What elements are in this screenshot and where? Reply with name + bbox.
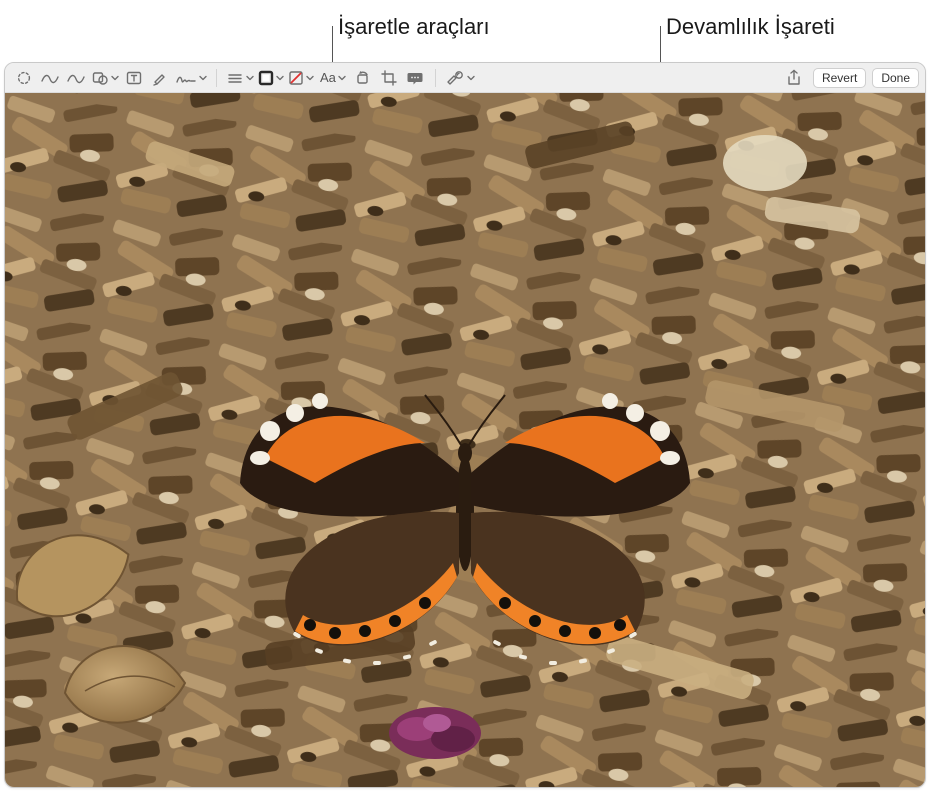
- chevron-down-icon: [338, 74, 346, 82]
- toolbar-separator: [216, 69, 217, 87]
- sign-tool-icon: [175, 69, 197, 87]
- sketch-tool-button[interactable]: [37, 67, 63, 89]
- toolbar-right-group: Revert Done: [781, 67, 919, 89]
- callout-continuity-markup: Devamlılık İşareti: [666, 14, 835, 40]
- photo-content: [5, 93, 925, 787]
- callout-markup-tools: İşaretle araçları: [338, 14, 490, 40]
- markup-tools-group: Aa: [11, 67, 477, 89]
- fill-color-menu-icon: [288, 70, 304, 86]
- sketch-tool-icon: [40, 69, 60, 87]
- toolbar-separator: [435, 69, 436, 87]
- selection-tool-icon: [15, 69, 33, 87]
- callout-leader: [332, 26, 333, 62]
- chevron-down-icon: [111, 74, 119, 82]
- share-icon: [786, 69, 802, 87]
- chevron-down-icon: [276, 74, 284, 82]
- continuity-markup-button[interactable]: [443, 67, 477, 89]
- draw-tool-button[interactable]: [63, 67, 89, 89]
- revert-button[interactable]: Revert: [813, 68, 866, 88]
- markup-toolbar: Aa: [5, 63, 925, 93]
- border-color-menu-button[interactable]: [256, 67, 286, 89]
- text-style-menu-button[interactable]: Aa: [316, 67, 350, 89]
- chevron-down-icon: [246, 74, 254, 82]
- crop-tool-button[interactable]: [376, 67, 402, 89]
- draw-tool-icon: [66, 69, 86, 87]
- highlight-tool-icon: [151, 69, 169, 87]
- rotate-tool-button[interactable]: [350, 67, 376, 89]
- image-description-icon: [406, 69, 424, 87]
- image-description-button[interactable]: [402, 67, 428, 89]
- highlight-tool-button[interactable]: [147, 67, 173, 89]
- fill-color-menu-button[interactable]: [286, 67, 316, 89]
- markup-window: Aa: [4, 62, 926, 788]
- rotate-tool-icon: [354, 69, 372, 87]
- crop-tool-icon: [380, 69, 398, 87]
- text-tool-button[interactable]: [121, 67, 147, 89]
- selection-tool-button[interactable]: [11, 67, 37, 89]
- image-viewport[interactable]: [5, 93, 925, 787]
- chevron-down-icon: [306, 74, 314, 82]
- line-style-menu-icon: [226, 69, 244, 87]
- done-button[interactable]: Done: [872, 68, 919, 88]
- text-tool-icon: [125, 69, 143, 87]
- chevron-down-icon: [199, 74, 207, 82]
- chevron-down-icon: [467, 74, 475, 82]
- border-color-menu-icon: [258, 70, 274, 86]
- share-button[interactable]: [781, 67, 807, 89]
- continuity-markup-icon: [445, 69, 465, 87]
- shapes-menu-icon: [91, 69, 109, 87]
- shapes-menu-button[interactable]: [89, 67, 121, 89]
- line-style-menu-button[interactable]: [224, 67, 256, 89]
- text-style-label: Aa: [320, 70, 336, 85]
- sign-tool-button[interactable]: [173, 67, 209, 89]
